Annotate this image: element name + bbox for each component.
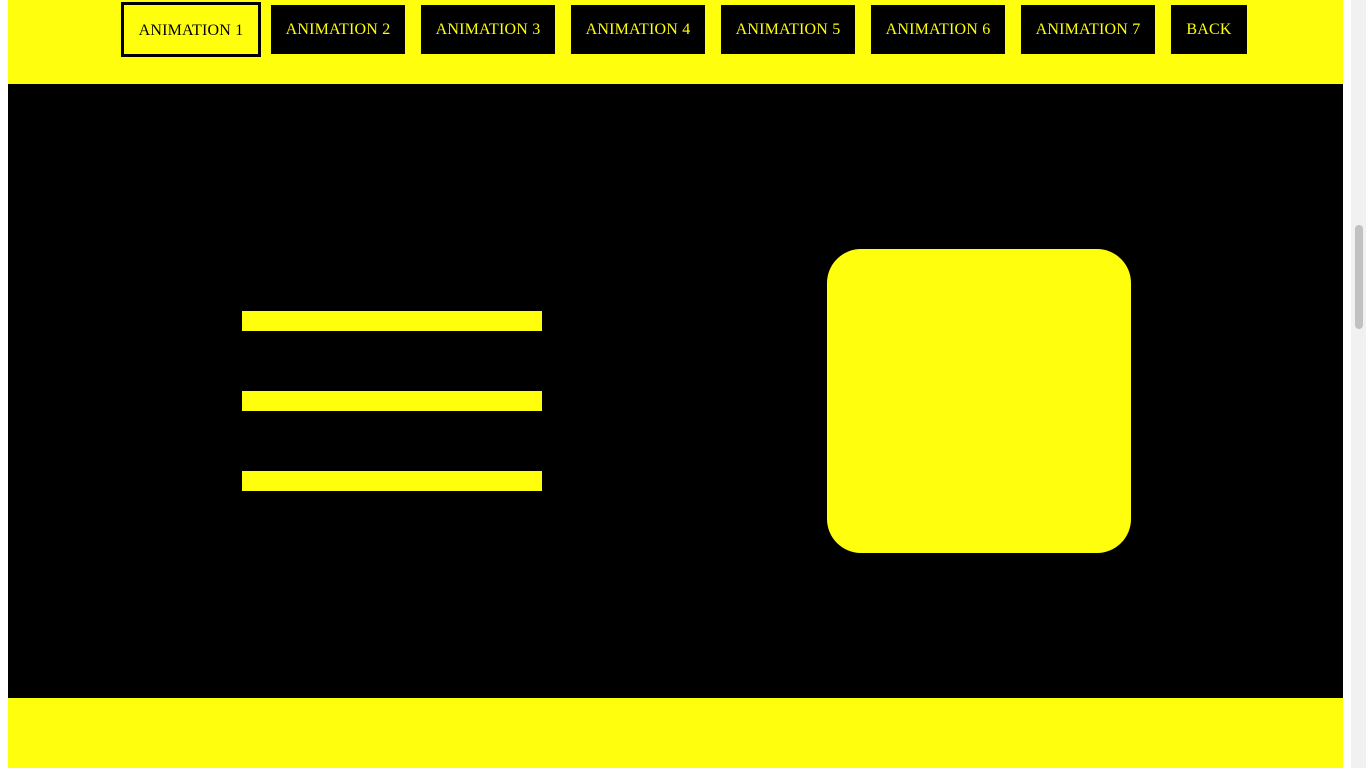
menu-bar-bottom	[242, 471, 542, 491]
animation-6-button[interactable]: ANIMATION 6	[871, 5, 1005, 54]
animation-3-button[interactable]: ANIMATION 3	[421, 5, 555, 54]
scrollbar-thumb[interactable]	[1355, 225, 1363, 329]
page: ANIMATION 1 ANIMATION 2 ANIMATION 3 ANIM…	[8, 0, 1343, 768]
vertical-scrollbar[interactable]	[1351, 0, 1366, 768]
animation-2-button[interactable]: ANIMATION 2	[271, 5, 405, 54]
menu-bar-middle	[242, 391, 542, 411]
animation-stage	[8, 84, 1343, 698]
back-button[interactable]: BACK	[1171, 5, 1247, 54]
animation-nav: ANIMATION 1 ANIMATION 2 ANIMATION 3 ANIM…	[8, 0, 1343, 84]
menu-bar-top	[242, 311, 542, 331]
rounded-square-shape	[827, 249, 1131, 553]
animation-1-button[interactable]: ANIMATION 1	[121, 2, 261, 57]
animation-5-button[interactable]: ANIMATION 5	[721, 5, 855, 54]
animation-7-button[interactable]: ANIMATION 7	[1021, 5, 1155, 54]
animation-4-button[interactable]: ANIMATION 4	[571, 5, 705, 54]
